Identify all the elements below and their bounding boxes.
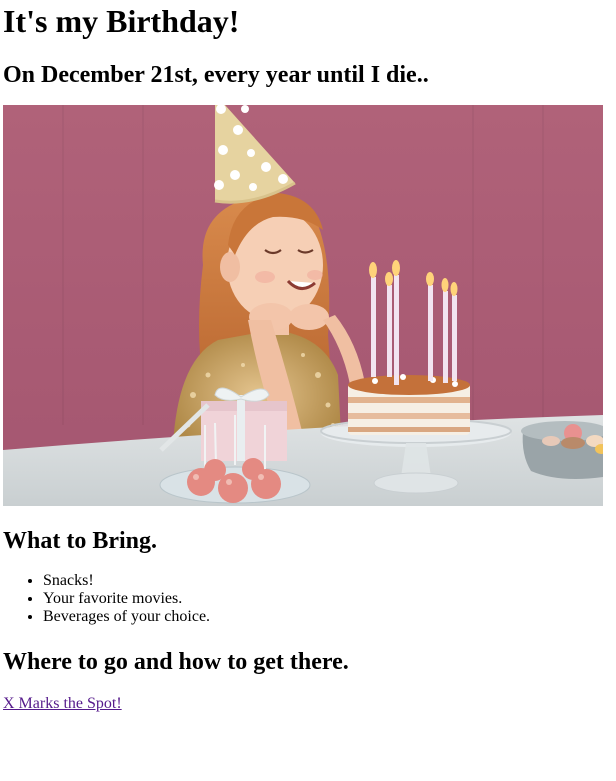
list-item: Snacks! [43,572,613,590]
list-item: Your favorite movies. [43,590,613,608]
page: It's my Birthday! On December 21st, ever… [0,0,616,713]
map-link[interactable]: X Marks the Spot! [3,695,122,712]
page-subtitle: On December 21st, every year until I die… [3,62,429,88]
bring-heading: What to Bring. [3,528,158,554]
page-title: It's my Birthday! [3,3,240,39]
directions-heading: Where to go and how to get there. [3,649,349,675]
directions-paragraph: X Marks the Spot! [3,695,613,713]
bring-list: Snacks! Your favorite movies. Beverages … [3,572,613,626]
birthday-photo [3,105,603,506]
list-item: Beverages of your choice. [43,608,613,626]
